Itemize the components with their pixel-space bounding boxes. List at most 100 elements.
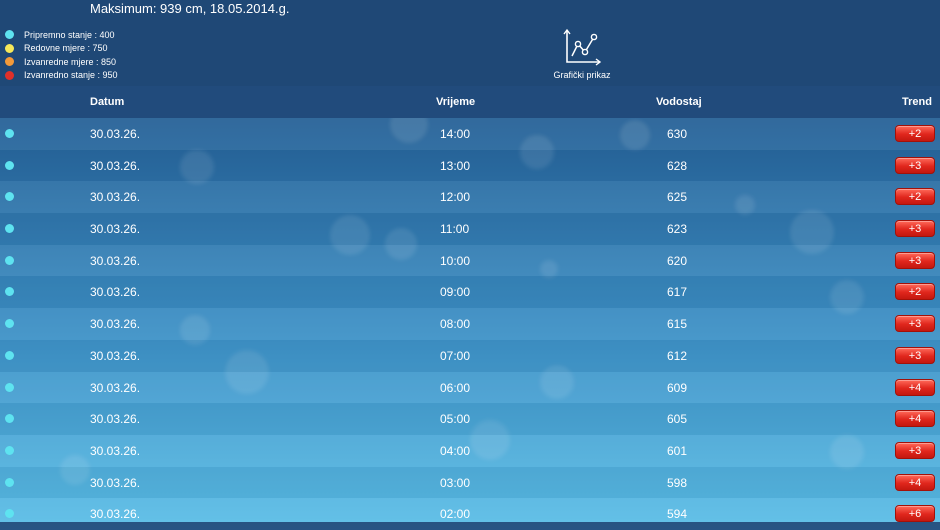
status-dot: [5, 129, 14, 138]
status-dot: [5, 509, 14, 519]
header-trend: Trend: [902, 96, 932, 108]
status-dot: [5, 319, 14, 329]
row-date: 30.03.26.: [90, 380, 141, 395]
legend-color-dot: [5, 57, 14, 67]
row-date: 30.03.26.: [90, 443, 141, 458]
row-time: 03:00: [440, 475, 471, 490]
row-level: 623: [667, 222, 688, 237]
row-time: 12:00: [440, 190, 471, 205]
table-row[interactable]: 30.03.26. 07:00 612 +3: [0, 339, 940, 372]
table-row[interactable]: 30.03.26. 14:00 630 +2: [0, 118, 940, 150]
trend-badge[interactable]: +3: [895, 346, 935, 364]
row-date: 30.03.26.: [90, 190, 141, 205]
table-row[interactable]: 30.03.26. 04:00 601 +3: [0, 434, 940, 467]
legend-label: Redovne mjere : 750: [24, 43, 108, 54]
trend-badge[interactable]: +3: [895, 156, 935, 174]
row-date: 30.03.26.: [90, 253, 141, 268]
status-dot: [5, 287, 14, 297]
row-date: 30.03.26.: [90, 222, 141, 237]
table-row[interactable]: 30.03.26. 06:00 609 +4: [0, 371, 940, 404]
graph-view-label: Grafički prikaz: [553, 70, 611, 80]
trend-badge[interactable]: +3: [895, 251, 935, 269]
status-dot: [5, 160, 14, 170]
status-dot: [5, 192, 14, 202]
row-level: 630: [667, 127, 688, 141]
table-header: Datum Vrijeme Vodostaj Trend: [0, 86, 940, 118]
legend-label: Izvanredne mjere : 850: [24, 56, 117, 67]
legend-item: Pripremno stanje : 400: [5, 28, 118, 42]
row-level: 605: [667, 412, 688, 427]
legend-label: Pripremno stanje : 400: [24, 29, 115, 40]
table-row[interactable]: 30.03.26. 02:00 594 +6: [0, 498, 940, 530]
row-date: 30.03.26.: [90, 348, 141, 363]
table-row[interactable]: 30.03.26. 03:00 598 +4: [0, 466, 940, 499]
table-row[interactable]: 30.03.26. 09:00 617 +2: [0, 276, 940, 309]
table-row[interactable]: 30.03.26. 08:00 615 +3: [0, 308, 940, 340]
trend-badge[interactable]: +4: [895, 410, 935, 428]
table-row[interactable]: 30.03.26. 11:00 623 +3: [0, 213, 940, 245]
row-level: 615: [667, 317, 688, 332]
row-time: 11:00: [440, 222, 470, 237]
header-level: Vodostaj: [656, 96, 702, 108]
legend-color-dot: [5, 43, 14, 53]
row-date: 30.03.26.: [90, 412, 141, 427]
legend-label: Izvanredno stanje : 950: [24, 70, 118, 81]
trend-badge[interactable]: +6: [895, 505, 935, 523]
header-time: Vrijeme: [436, 96, 476, 108]
status-dot: [5, 445, 14, 455]
row-level: 617: [667, 285, 688, 300]
row-time: 05:00: [440, 412, 471, 427]
trend-badge[interactable]: +4: [895, 378, 935, 396]
legend: Pripremno stanje : 400 Redovne mjere : 75…: [5, 28, 118, 82]
row-level: 620: [667, 253, 688, 268]
row-date: 30.03.26.: [90, 317, 141, 332]
status-dot: [5, 255, 14, 265]
row-level: 598: [667, 475, 688, 490]
row-date: 30.03.26.: [90, 475, 141, 490]
status-dot: [5, 382, 14, 392]
status-dot: [5, 224, 14, 234]
table-row[interactable]: 30.03.26. 10:00 620 +3: [0, 244, 940, 277]
legend-item: Izvanredno stanje : 950: [5, 69, 118, 83]
legend-color-dot: [5, 70, 14, 80]
table-row[interactable]: 30.03.26. 13:00 628 +3: [0, 149, 940, 182]
row-time: 07:00: [440, 348, 471, 363]
status-dot: [5, 350, 14, 360]
row-time: 13:00: [440, 158, 471, 173]
legend-item: Redovne mjere : 750: [5, 42, 118, 56]
row-date: 30.03.26.: [90, 127, 141, 141]
row-date: 30.03.26.: [90, 285, 141, 300]
row-level: 601: [667, 443, 688, 458]
row-time: 08:00: [440, 317, 471, 332]
row-level: 594: [667, 507, 688, 522]
trend-badge[interactable]: +3: [895, 315, 935, 333]
row-level: 625: [667, 190, 688, 205]
row-level: 609: [667, 380, 688, 395]
trend-badge[interactable]: +2: [895, 125, 935, 142]
row-time: 14:00: [440, 127, 471, 141]
row-time: 06:00: [440, 380, 471, 395]
table-row[interactable]: 30.03.26. 12:00 625 +2: [0, 181, 940, 214]
graph-view-button[interactable]: Grafički prikaz: [550, 28, 614, 84]
row-time: 10:00: [440, 253, 471, 268]
trend-badge[interactable]: +2: [895, 283, 935, 301]
trend-badge[interactable]: +3: [895, 220, 935, 238]
row-time: 04:00: [440, 443, 471, 458]
row-time: 02:00: [440, 507, 471, 522]
status-dot: [5, 477, 14, 487]
table-row[interactable]: 30.03.26. 05:00 605 +4: [0, 403, 940, 435]
line-chart-icon: [563, 28, 602, 66]
trend-badge[interactable]: +3: [895, 441, 935, 459]
row-level: 612: [667, 348, 688, 363]
header-date: Datum: [90, 96, 125, 108]
status-dot: [5, 414, 14, 424]
legend-color-dot: [5, 30, 14, 40]
row-time: 09:00: [440, 285, 471, 300]
maximum-record: Maksimum: 939 cm, 18.05.2014.g.: [90, 1, 290, 16]
trend-badge[interactable]: +4: [895, 473, 935, 491]
trend-badge[interactable]: +2: [895, 188, 935, 206]
row-level: 628: [667, 158, 688, 173]
water-level-table: 30.03.26. 14:00 630 +2 30.03.26. 13:00 628 +3 30…: [0, 118, 940, 530]
row-date: 30.03.26.: [90, 158, 141, 173]
legend-item: Izvanredne mjere : 850: [5, 55, 118, 69]
